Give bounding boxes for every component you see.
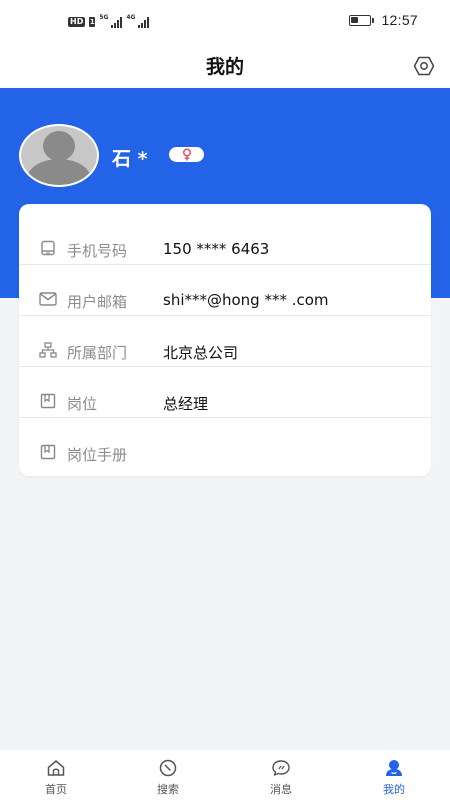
info-row-email[interactable]: 用户邮箱 shi***@hong *** .com xyxy=(19,265,431,316)
info-row-phone[interactable]: 手机号码 150 **** 6463 xyxy=(19,214,431,265)
nav-home-label: 首页 xyxy=(45,783,67,796)
page-title: 我的 xyxy=(205,56,244,78)
nav-home[interactable]: 首页 xyxy=(0,750,112,800)
avatar-head xyxy=(43,131,75,161)
message-icon xyxy=(271,759,291,777)
bookmark-icon xyxy=(39,392,57,410)
battery-level xyxy=(351,16,359,23)
clock: 12:57 xyxy=(381,12,418,28)
top-header: 我的 xyxy=(0,44,450,88)
battery-icon xyxy=(349,14,375,26)
department-value: 北京总公司 xyxy=(163,344,239,362)
nav-search-label: 搜索 xyxy=(157,783,179,796)
user-name: 石 * xyxy=(112,148,148,170)
status-bar: HD 1 5G 4G 12:57 xyxy=(0,0,450,44)
nav-search[interactable]: 搜索 xyxy=(112,750,224,800)
status-indicators: HD 1 5G 4G xyxy=(68,14,150,28)
info-row-position-manual[interactable]: 岗位手册 xyxy=(19,418,431,469)
gender-badge xyxy=(169,147,204,162)
bottom-nav: 首页 搜索 消息 我的 xyxy=(0,750,450,800)
sim-badge: 1 xyxy=(89,17,96,27)
home-icon xyxy=(46,759,66,777)
phone-icon xyxy=(39,239,57,257)
info-card: 手机号码 150 **** 6463 用户邮箱 shi***@hong *** … xyxy=(19,204,431,476)
department-label: 所属部门 xyxy=(67,344,128,362)
signal-5g-icon: 5G xyxy=(99,14,123,28)
settings-button[interactable] xyxy=(410,52,438,80)
org-chart-icon xyxy=(39,341,57,359)
info-row-position[interactable]: 岗位 总经理 xyxy=(19,367,431,418)
profile-icon xyxy=(384,759,404,777)
mail-icon xyxy=(39,290,57,308)
nav-profile[interactable]: 我的 xyxy=(338,750,450,800)
nav-profile-label: 我的 xyxy=(383,783,405,796)
position-label: 岗位 xyxy=(67,395,98,413)
info-row-department[interactable]: 所属部门 北京总公司 xyxy=(19,316,431,367)
signal-4g-icon: 4G xyxy=(126,14,150,28)
net-label-5g: 5G xyxy=(99,14,109,21)
settings-hexagon-icon xyxy=(413,56,435,76)
bookmark-icon xyxy=(39,443,57,461)
nav-messages[interactable]: 消息 xyxy=(225,750,337,800)
nav-messages-label: 消息 xyxy=(270,783,292,796)
female-icon xyxy=(182,148,191,161)
position-manual-label: 岗位手册 xyxy=(67,446,128,464)
email-label: 用户邮箱 xyxy=(67,293,128,311)
net-label-4g: 4G xyxy=(126,14,136,21)
email-value: shi***@hong *** .com xyxy=(163,291,329,309)
position-value: 总经理 xyxy=(163,395,209,413)
phone-label: 手机号码 xyxy=(67,242,128,260)
hd-badge: HD xyxy=(68,17,86,27)
avatar[interactable] xyxy=(19,124,99,187)
phone-value: 150 **** 6463 xyxy=(163,240,270,258)
compass-icon xyxy=(158,759,178,777)
